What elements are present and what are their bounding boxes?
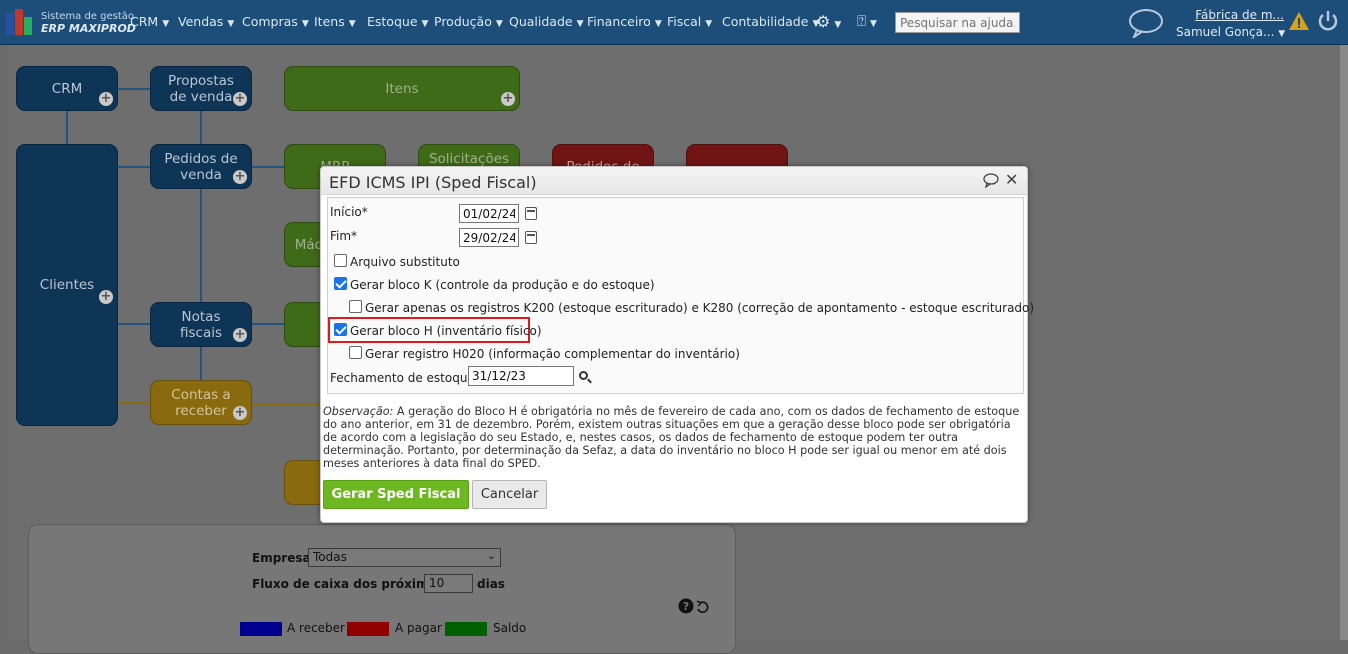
flow-pedidos-venda[interactable]: Pedidos de venda + [150, 144, 252, 189]
gerar-bloco-h-label: Gerar bloco H (inventário físico) [350, 324, 542, 338]
add-icon[interactable]: + [233, 328, 247, 342]
connector [252, 323, 284, 325]
help-refresh-icons[interactable]: ? [678, 598, 712, 614]
fim-date-input[interactable] [459, 228, 519, 247]
gerar-bloco-h-checkbox[interactable] [334, 323, 347, 336]
nav-compras[interactable]: Compras ▼ [242, 14, 309, 29]
nav-contabilidade[interactable]: Contabilidade ▼ [722, 14, 819, 29]
power-icon[interactable] [1316, 9, 1340, 33]
gerar-h020-label: Gerar registro H020 (informação compleme… [365, 347, 740, 361]
help-search-input[interactable] [895, 12, 1020, 33]
close-icon[interactable]: ✕ [1005, 170, 1018, 189]
connector [118, 402, 150, 404]
warning-icon[interactable] [1288, 11, 1310, 31]
observation-text: Observação: A geração do Bloco H é obrig… [323, 405, 1023, 470]
form-area [327, 197, 1024, 394]
days-input[interactable]: 10 [424, 574, 473, 593]
dias-label: dias [477, 577, 505, 591]
gerar-k200-label: Gerar apenas os registros K200 (estoque … [365, 301, 1035, 315]
gear-icon[interactable]: ⚙ ▼ [816, 12, 841, 31]
brand-name: ERP MAXIPROD [41, 22, 136, 35]
nav-qualidade[interactable]: Qualidade ▼ [509, 14, 584, 29]
dialog-header: EFD ICMS IPI (Sped Fiscal) ✕ [321, 167, 1027, 195]
legend-swatch-pagar [347, 622, 389, 636]
legend-receber: A receber [287, 621, 345, 635]
nav-estoque[interactable]: Estoque ▼ [367, 14, 428, 29]
flow-crm[interactable]: CRM + [16, 66, 118, 111]
connector [66, 111, 68, 144]
user-menu[interactable]: Samuel Gonça... ▼ [1176, 25, 1285, 39]
gerar-bloco-k-checkbox[interactable] [334, 277, 347, 290]
search-icon[interactable] [579, 371, 588, 380]
legend-swatch-saldo [445, 622, 487, 636]
connector [200, 189, 202, 302]
add-icon[interactable]: + [233, 170, 247, 184]
generate-sped-button[interactable]: Gerar Sped Fiscal [323, 480, 469, 509]
chat-icon[interactable] [1128, 8, 1164, 38]
connector [200, 347, 202, 380]
gerar-k200-checkbox[interactable] [349, 300, 362, 313]
gerar-bloco-k-label: Gerar bloco K (controle da produção e do… [350, 278, 655, 292]
nav-crm[interactable]: CRM ▼ [130, 14, 169, 29]
add-icon[interactable]: + [501, 92, 515, 106]
brand-tagline: Sistema de gestão [41, 11, 135, 22]
connector [118, 323, 150, 325]
flow-clientes[interactable]: Clientes + [16, 144, 118, 426]
add-icon[interactable]: + [233, 406, 247, 420]
help-icon[interactable]: ⍰ ▼ [857, 12, 877, 30]
top-navbar: Sistema de gestão ERP MAXIPROD CRM ▼ Vend… [0, 0, 1348, 45]
add-icon[interactable]: + [99, 290, 113, 304]
nav-financeiro[interactable]: Financeiro ▼ [587, 14, 662, 29]
nav-itens[interactable]: Itens ▼ [314, 14, 356, 29]
connector [200, 111, 202, 144]
fechamento-label: Fechamento de estoque* [330, 371, 481, 385]
connector [252, 166, 284, 168]
calendar-icon[interactable] [525, 207, 537, 220]
legend-pagar: A pagar [395, 621, 442, 635]
observation-label: Observação: [323, 405, 394, 418]
calendar-icon[interactable] [525, 231, 537, 244]
observation-body: A geração do Bloco H é obrigatória no mê… [323, 405, 1020, 470]
add-icon[interactable]: + [99, 92, 113, 106]
connector [118, 166, 150, 168]
gerar-h020-checkbox[interactable] [349, 346, 362, 359]
arquivo-substituto-label: Arquivo substituto [350, 255, 460, 269]
comment-icon[interactable] [983, 172, 999, 188]
flow-notas-fiscais[interactable]: Notas fiscais + [150, 302, 252, 347]
connector [118, 88, 150, 90]
flow-itens[interactable]: Itens + [284, 66, 520, 111]
connector [252, 403, 322, 405]
inicio-date-input[interactable] [459, 204, 519, 223]
empresa-label: Empresa [252, 551, 311, 565]
legend-swatch-receber [240, 622, 282, 636]
add-icon[interactable]: + [233, 92, 247, 106]
inicio-label: Início* [330, 205, 368, 219]
fluxo-label: Fluxo de caixa dos próximos [252, 577, 444, 591]
nav-producao[interactable]: Produção ▼ [434, 14, 503, 29]
arquivo-substituto-checkbox[interactable] [334, 254, 347, 267]
fechamento-input[interactable] [468, 366, 574, 386]
flow-contas-receber[interactable]: Contas a receber + [150, 380, 252, 425]
nav-fiscal[interactable]: Fiscal ▼ [667, 14, 712, 29]
app-logo-icon[interactable] [6, 9, 36, 35]
nav-vendas[interactable]: Vendas ▼ [178, 14, 234, 29]
fim-label: Fim* [330, 229, 358, 243]
svg-text:?: ? [683, 600, 689, 613]
flow-propostas[interactable]: Propostas de venda + [150, 66, 252, 111]
company-link[interactable]: Fábrica de m... [1194, 8, 1284, 22]
legend-saldo: Saldo [493, 621, 527, 635]
dialog-title: EFD ICMS IPI (Sped Fiscal) [329, 173, 537, 192]
empresa-select[interactable]: Todas ⌄ [308, 548, 501, 567]
scrollbar[interactable] [1340, 45, 1348, 640]
cancel-button[interactable]: Cancelar [472, 480, 547, 509]
